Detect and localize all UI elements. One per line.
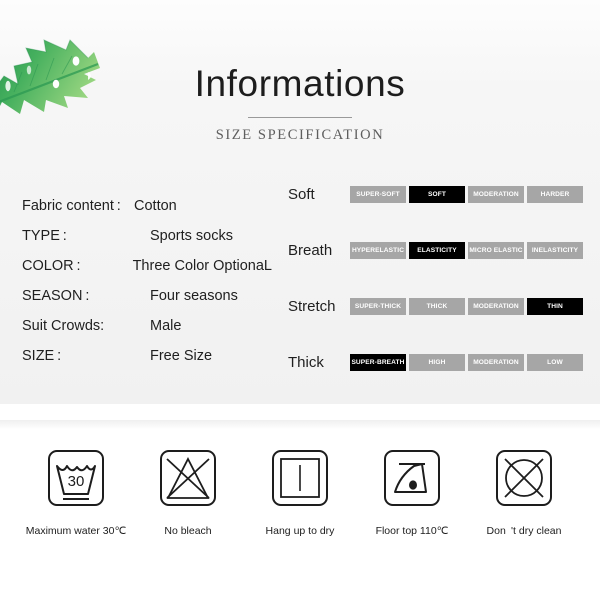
- segment-active[interactable]: SUPER-BREATH: [350, 353, 406, 371]
- segment-active[interactable]: THIN: [527, 297, 583, 315]
- care-item-dry-clean: Don 't dry clean: [486, 448, 562, 537]
- segment[interactable]: MICRO ELASTIC: [468, 241, 524, 259]
- segment-track: SUPER-THICK THICK MODERATION THIN: [350, 297, 583, 315]
- specification-list: Fabric content : Cotton TYPE : Sports so…: [22, 198, 272, 378]
- spec-row: TYPE : Sports socks: [22, 228, 272, 258]
- header: Informations SIZE SPECIFICATION: [0, 62, 600, 144]
- segment[interactable]: THICK: [409, 297, 465, 315]
- spec-value: Four seasons: [150, 288, 238, 304]
- property-row-stretch: Stretch SUPER-THICK THICK MODERATION THI…: [288, 294, 584, 318]
- care-item-iron: Floor top 110℃: [376, 448, 448, 537]
- spec-key: Suit Crowds:: [22, 318, 105, 334]
- property-row-breath: Breath HYPERELASTIC ELASTICITY MICRO ELA…: [288, 238, 584, 262]
- no-dry-clean-icon: [492, 448, 556, 514]
- segment-track: HYPERELASTIC ELASTICITY MICRO ELASTIC IN…: [350, 241, 583, 259]
- spec-row: Suit Crowds: Male: [22, 318, 272, 348]
- spec-value: Cotton: [134, 198, 177, 214]
- iron-one-dot-icon: [380, 448, 444, 514]
- title-divider: [248, 117, 352, 118]
- segment-track: SUPER-SOFT SOFT MODERATION HARDER: [350, 185, 583, 203]
- segment[interactable]: MODERATION: [468, 185, 524, 203]
- property-label: Thick: [288, 353, 324, 371]
- property-row-thick: Thick SUPER-BREATH HIGH MODERATION LOW: [288, 350, 584, 374]
- segment[interactable]: INELASTICITY: [527, 241, 583, 259]
- property-label: Soft: [288, 185, 315, 203]
- care-caption: Floor top 110℃: [375, 525, 449, 537]
- spec-key: TYPE :: [22, 228, 67, 244]
- spec-value: Free Size: [150, 348, 213, 364]
- property-rating-list: Soft SUPER-SOFT SOFT MODERATION HARDER B…: [288, 182, 584, 374]
- segment[interactable]: LOW: [527, 353, 583, 371]
- care-caption: No bleach: [164, 525, 212, 537]
- segment[interactable]: MODERATION: [468, 353, 524, 371]
- spec-key: SEASON :: [22, 288, 90, 304]
- spec-value: Three Color OptionaL: [132, 258, 272, 274]
- care-caption: Don 't dry clean: [486, 525, 562, 537]
- care-instruction-row: 30 Maximum water 30℃ No bleach Hang up t…: [0, 448, 600, 537]
- segment[interactable]: HIGH: [409, 353, 465, 371]
- spec-key: Fabric content :: [22, 198, 121, 214]
- care-item-wash: 30 Maximum water 30℃: [26, 448, 126, 537]
- spec-value: Male: [150, 318, 182, 334]
- spec-row: SEASON : Four seasons: [22, 288, 272, 318]
- care-item-bleach: No bleach: [152, 448, 224, 537]
- page-title: Informations: [194, 63, 406, 104]
- spec-key: SIZE :: [22, 348, 62, 364]
- spec-key: COLOR :: [22, 258, 81, 274]
- page-subtitle: SIZE SPECIFICATION: [215, 127, 385, 143]
- care-caption: Hang up to dry: [265, 525, 335, 537]
- segment-track: SUPER-BREATH HIGH MODERATION LOW: [350, 353, 583, 371]
- wash-temperature-value: 30: [68, 473, 85, 490]
- care-caption: Maximum water 30℃: [25, 525, 127, 537]
- segment-active[interactable]: ELASTICITY: [409, 241, 465, 259]
- segment[interactable]: SUPER-THICK: [350, 297, 406, 315]
- segment[interactable]: HARDER: [527, 185, 583, 203]
- wash-tub-30-icon: 30: [44, 448, 108, 514]
- spec-value: Sports socks: [150, 228, 233, 244]
- spec-row: Fabric content : Cotton: [22, 198, 272, 228]
- hang-dry-icon: [268, 448, 332, 514]
- property-row-soft: Soft SUPER-SOFT SOFT MODERATION HARDER: [288, 182, 584, 206]
- no-bleach-triangle-icon: [156, 448, 220, 514]
- segment-active[interactable]: SOFT: [409, 185, 465, 203]
- segment[interactable]: SUPER-SOFT: [350, 185, 406, 203]
- panel-divider: [0, 404, 600, 420]
- care-item-hang-dry: Hang up to dry: [264, 448, 336, 537]
- segment[interactable]: MODERATION: [468, 297, 524, 315]
- spec-row: SIZE : Free Size: [22, 348, 272, 378]
- care-panel-top-edge: [0, 420, 600, 429]
- property-label: Breath: [288, 241, 333, 259]
- segment[interactable]: HYPERELASTIC: [350, 241, 406, 259]
- spec-row: COLOR : Three Color OptionaL: [22, 258, 272, 288]
- product-info-sheet: Informations SIZE SPECIFICATION Fabric c…: [0, 0, 600, 600]
- property-label: Stretch: [288, 297, 336, 315]
